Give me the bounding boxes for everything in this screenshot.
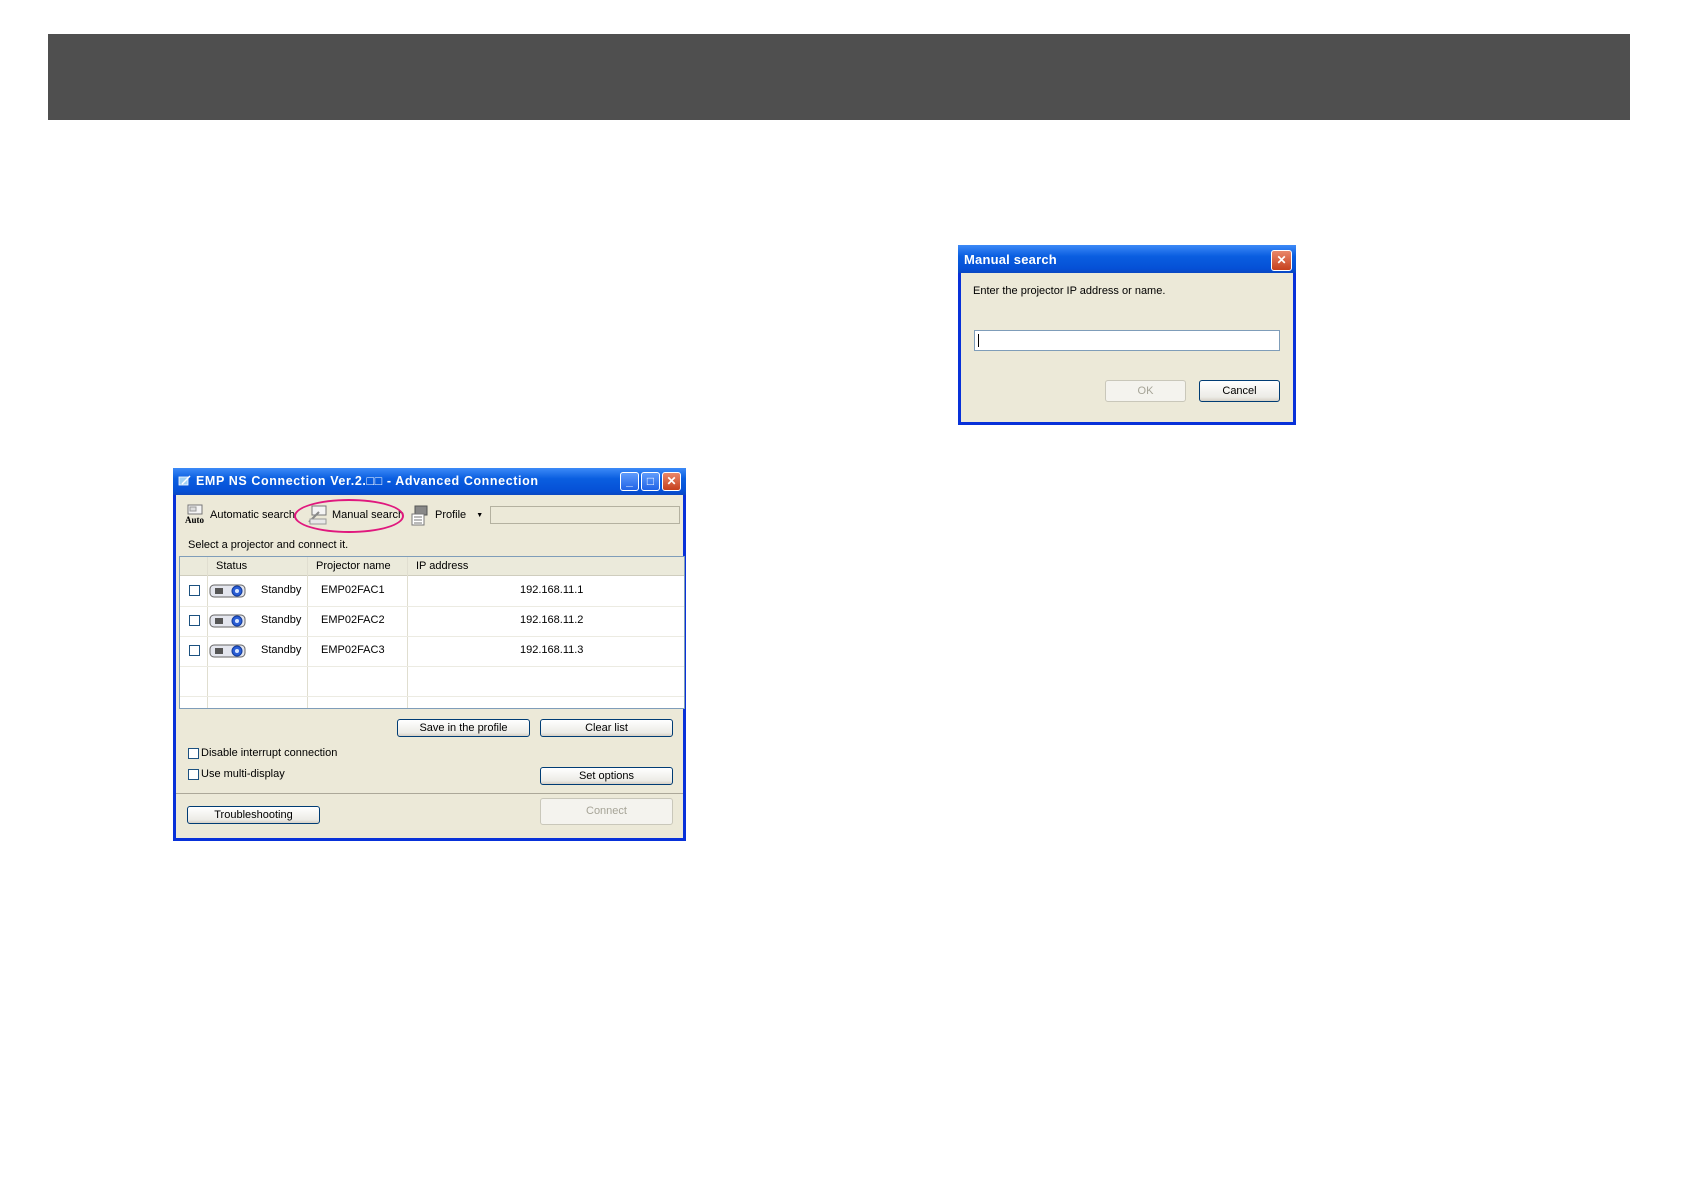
window-client: Auto Automatic search Manual search Prof…	[176, 495, 685, 838]
ok-button[interactable]: OK	[1105, 380, 1186, 402]
multi-display-label: Use multi-display	[201, 768, 285, 780]
list-header: Status Projector name IP address	[180, 557, 684, 576]
minimize-icon[interactable]: _	[620, 472, 639, 491]
row-projector-name: EMP02FAC3	[321, 644, 385, 656]
table-row[interactable]: Standby EMP02FAC1 192.168.11.1	[180, 576, 684, 607]
advanced-connection-window: EMP NS Connection Ver.2.□□ - Advanced Co…	[173, 468, 686, 841]
profile-icon	[410, 504, 432, 526]
row-projector-name: EMP02FAC2	[321, 614, 385, 626]
profile-dropdown-arrow-icon[interactable]: ▼	[476, 512, 483, 519]
row-projector-name: EMP02FAC1	[321, 584, 385, 596]
column-status[interactable]: Status	[216, 560, 247, 572]
automatic-search-button[interactable]: Auto Automatic search	[185, 503, 295, 527]
projector-icon	[209, 614, 246, 628]
troubleshooting-button[interactable]: Troubleshooting	[187, 806, 320, 824]
table-row[interactable]: Standby EMP02FAC3 192.168.11.3	[180, 636, 684, 667]
clear-list-button[interactable]: Clear list	[540, 719, 673, 737]
table-row[interactable]: Standby EMP02FAC2 192.168.11.2	[180, 606, 684, 637]
row-status: Standby	[261, 644, 302, 656]
app-icon	[178, 475, 191, 486]
automatic-search-label: Automatic search	[210, 509, 295, 521]
row-status: Standby	[261, 584, 302, 596]
row-ip-address: 192.168.11.3	[520, 644, 584, 656]
row-checkbox[interactable]	[189, 615, 200, 626]
window-title: EMP NS Connection Ver.2.□□ - Advanced Co…	[196, 474, 539, 488]
connect-button[interactable]: Connect	[540, 798, 673, 825]
row-checkbox[interactable]	[189, 645, 200, 656]
projector-icon	[209, 584, 246, 598]
disable-interrupt-checkbox[interactable]	[188, 747, 199, 759]
divider	[176, 793, 683, 794]
dialog-close-icon[interactable]: ✕	[1271, 250, 1292, 271]
row-status: Standby	[261, 614, 302, 626]
manual-search-highlight	[294, 499, 404, 533]
maximize-icon[interactable]: □	[641, 472, 660, 491]
empty-row	[180, 666, 684, 697]
row-ip-address: 192.168.11.1	[520, 584, 584, 596]
dialog-prompt: Enter the projector IP address or name.	[973, 285, 1166, 297]
projector-list[interactable]: Status Projector name IP address Standby…	[179, 556, 685, 709]
disable-interrupt-option[interactable]: Disable interrupt connection	[188, 747, 337, 759]
auto-search-icon: Auto	[185, 504, 207, 526]
row-ip-address: 192.168.11.2	[520, 614, 584, 626]
column-ip-address[interactable]: IP address	[416, 560, 468, 572]
profile-path-field	[490, 506, 680, 524]
set-options-button[interactable]: Set options	[540, 767, 673, 785]
page-header-bar	[48, 34, 1630, 120]
instruction-text: Select a projector and connect it.	[188, 539, 349, 551]
profile-label: Profile	[435, 509, 467, 521]
text-caret	[978, 334, 979, 347]
multi-display-option[interactable]: Use multi-display	[188, 768, 285, 780]
cancel-button[interactable]: Cancel	[1199, 380, 1280, 402]
dialog-title: Manual search	[964, 252, 1057, 267]
disable-interrupt-label: Disable interrupt connection	[201, 747, 338, 759]
multi-display-checkbox[interactable]	[188, 768, 199, 780]
projector-icon	[209, 644, 246, 658]
save-in-profile-button[interactable]: Save in the profile	[397, 719, 530, 737]
auto-icon-label: Auto	[185, 515, 205, 525]
profile-button[interactable]: Profile ▼	[410, 503, 483, 527]
row-checkbox[interactable]	[189, 585, 200, 596]
dialog-client: Enter the projector IP address or name. …	[961, 273, 1293, 422]
dialog-title-bar[interactable]: Manual search ✕	[958, 245, 1296, 273]
manual-search-dialog: Manual search ✕ Enter the projector IP a…	[958, 245, 1296, 425]
title-bar[interactable]: EMP NS Connection Ver.2.□□ - Advanced Co…	[173, 468, 686, 495]
ip-or-name-input[interactable]	[974, 330, 1280, 351]
column-projector-name[interactable]: Projector name	[316, 560, 391, 572]
close-icon[interactable]: ✕	[662, 472, 681, 491]
